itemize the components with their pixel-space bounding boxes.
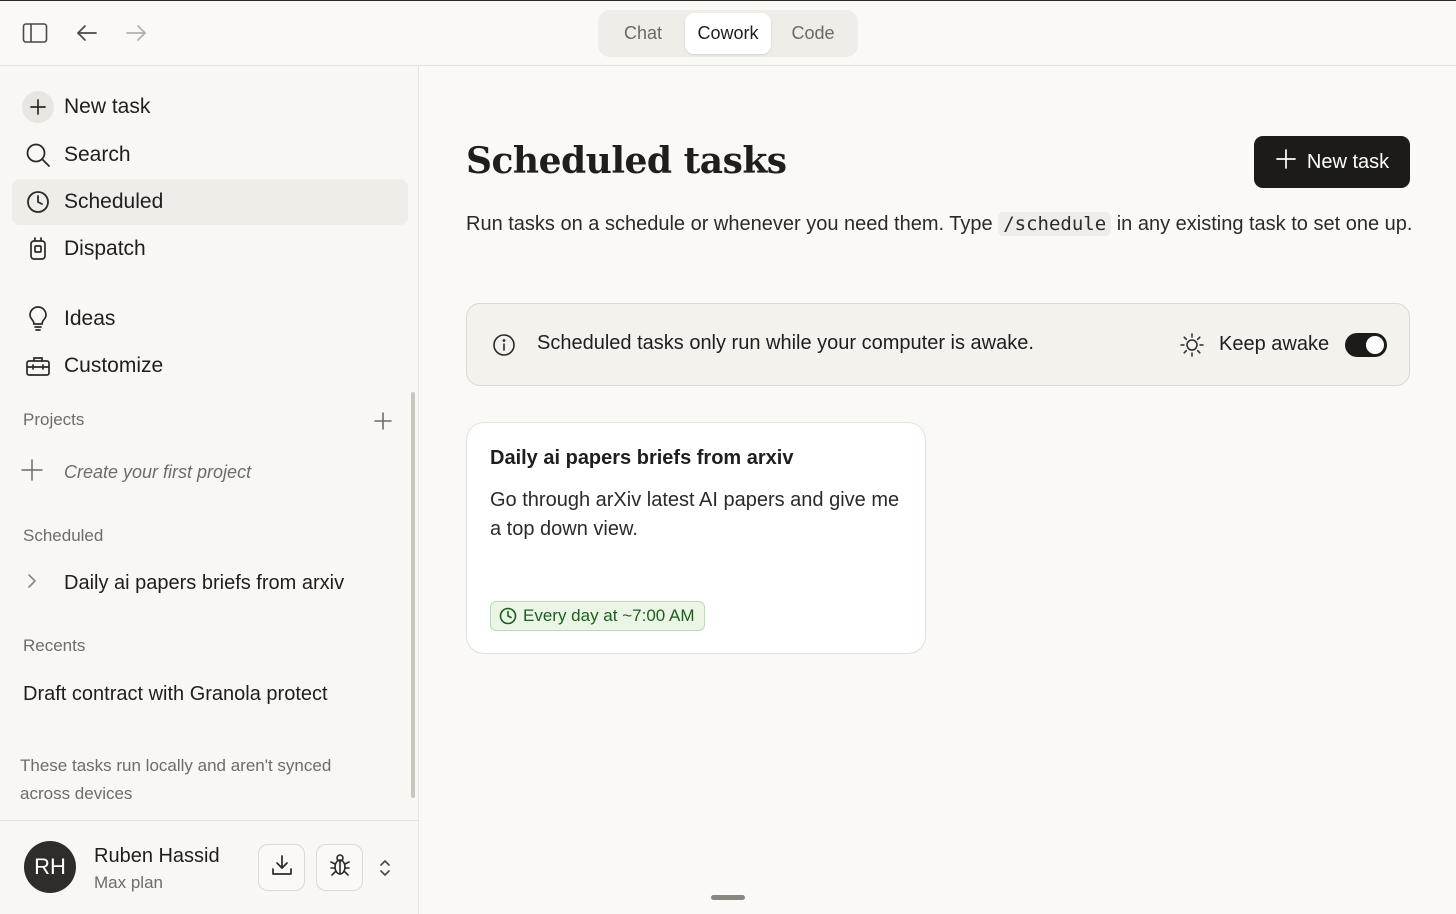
schedule-command: /schedule: [998, 212, 1112, 236]
toggle-knob: [1366, 336, 1384, 354]
awake-info-banner: Scheduled tasks only run while your comp…: [466, 303, 1410, 386]
plus-icon: [22, 91, 54, 123]
sidebar-item-scheduled[interactable]: Scheduled: [12, 179, 408, 225]
task-title: Daily ai papers briefs from arxiv: [490, 447, 794, 469]
user-plan: Max plan: [94, 873, 163, 892]
task-description: Go through arXiv latest AI papers and gi…: [490, 489, 900, 540]
new-task-button[interactable]: New task: [1254, 136, 1410, 188]
sidebar-item-new-task[interactable]: New task: [12, 84, 408, 130]
clock-icon: [12, 179, 64, 225]
dispatch-icon: [12, 226, 64, 272]
keep-awake-label: Keep awake: [1219, 333, 1330, 355]
bug-report-button[interactable]: [316, 844, 363, 891]
user-footer: RH Ruben Hassid Max plan: [0, 820, 418, 914]
task-card[interactable]: Daily ai papers briefs from arxiv Go thr…: [466, 422, 926, 654]
sidebar-item-label: Ideas: [64, 307, 116, 330]
sidebar-item-label: Search: [64, 143, 131, 166]
projects-heading: Projects: [23, 410, 85, 429]
plus-icon: [1275, 148, 1307, 176]
create-project-label: Create your first project: [64, 461, 252, 482]
tab-cowork[interactable]: Cowork: [685, 13, 771, 54]
sidebar-scrollbar[interactable]: [411, 392, 415, 798]
sun-icon: [1179, 332, 1205, 358]
keep-awake-toggle[interactable]: [1345, 333, 1387, 357]
download-button[interactable]: [258, 844, 305, 891]
download-icon: [270, 853, 294, 882]
toolbox-icon: [12, 343, 64, 389]
sidebar-item-label: Scheduled: [64, 190, 164, 213]
account-menu-chevron-icon[interactable]: [374, 855, 396, 881]
schedule-text: Every day at ~7:00 AM: [523, 606, 695, 625]
info-icon: [491, 332, 517, 358]
lightbulb-icon: [12, 296, 64, 342]
chevron-right-icon: [20, 571, 44, 596]
new-task-label: New task: [1306, 150, 1390, 173]
scheduled-heading: Scheduled: [23, 526, 104, 545]
sidebar-item-label: New task: [64, 95, 151, 118]
scheduled-task-label: Daily ai papers briefs from arxiv: [64, 571, 345, 594]
add-project-icon[interactable]: [370, 408, 396, 434]
scheduled-task-item[interactable]: Daily ai papers briefs from arxiv: [20, 563, 344, 603]
sidebar-item-ideas[interactable]: Ideas: [12, 296, 408, 342]
schedule-badge: Every day at ~7:00 AM: [490, 601, 705, 631]
user-name[interactable]: Ruben Hassid: [94, 845, 220, 868]
sidebar-toggle-icon[interactable]: [21, 19, 49, 47]
sidebar: New task Search Scheduled Dispatch Ideas…: [0, 66, 419, 914]
mode-switcher: Chat Cowork Code: [598, 10, 858, 57]
bug-icon: [328, 852, 352, 883]
bottom-drag-handle[interactable]: [711, 895, 745, 900]
forward-arrow-icon[interactable]: [122, 19, 150, 47]
sync-note: These tasks run locally and aren't synce…: [20, 756, 332, 803]
avatar[interactable]: RH: [24, 841, 76, 893]
sidebar-item-customize[interactable]: Customize: [12, 343, 408, 389]
sidebar-item-dispatch[interactable]: Dispatch: [12, 226, 408, 272]
top-bar: Chat Cowork Code: [0, 0, 1456, 66]
create-project-button[interactable]: Create your first project: [20, 454, 251, 490]
page-title: Scheduled tasks: [466, 140, 787, 182]
recents-heading: Recents: [23, 636, 86, 655]
sidebar-item-label: Dispatch: [64, 237, 146, 260]
tab-chat[interactable]: Chat: [601, 13, 685, 54]
sidebar-item-search[interactable]: Search: [12, 132, 408, 178]
clock-icon: [499, 607, 517, 625]
description-text-end: in any existing task to set one up.: [1111, 213, 1413, 235]
info-text: Scheduled tasks only run while your comp…: [537, 332, 1034, 354]
back-arrow-icon[interactable]: [73, 19, 101, 47]
sidebar-item-label: Customize: [64, 354, 164, 377]
search-icon: [12, 132, 64, 178]
main-content: Scheduled tasks New task Run tasks on a …: [420, 66, 1456, 914]
recent-item[interactable]: Draft contract with Granola protect: [23, 676, 368, 712]
page-description: Run tasks on a schedule or whenever you …: [466, 210, 1416, 239]
plus-icon: [20, 458, 44, 487]
tab-code[interactable]: Code: [771, 13, 855, 54]
description-text: Run tasks on a schedule or whenever you …: [466, 213, 999, 235]
